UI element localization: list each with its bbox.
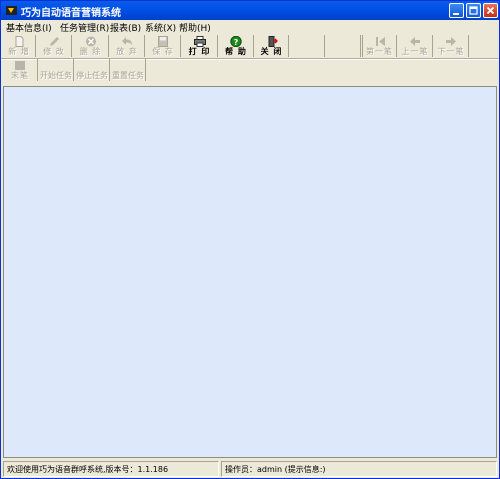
next-record-label: 下一笔 <box>437 47 465 56</box>
edit-button[interactable]: 修 改 <box>37 35 72 57</box>
window-title: 巧为自动语音营销系统 <box>21 8 121 19</box>
save-button[interactable]: 保 存 <box>146 35 181 57</box>
help-button[interactable]: ? 帮 助 <box>219 35 254 57</box>
close-app-label: 关 闭 <box>260 47 283 56</box>
menu-task-management[interactable]: 任务管理(R) <box>60 21 109 34</box>
app-window: 巧为自动语音营销系统 基本信息(I) 任务管理(R) 报表(B) 系统(X) 帮… <box>0 0 500 479</box>
app-icon <box>6 6 17 15</box>
stop-task-label: 停止任务 <box>76 71 108 80</box>
discard-button[interactable]: 放 弃 <box>110 35 145 57</box>
save-label: 保 存 <box>152 47 174 56</box>
discard-label: 放 弃 <box>116 47 138 56</box>
status-bar: 欢迎使用巧为语音群呼系统,版本号：1.1.186 操作员：admin (提示信息… <box>1 460 499 478</box>
edit-label: 修 改 <box>43 47 65 56</box>
help-label: 帮 助 <box>225 47 247 56</box>
menu-help[interactable]: 帮助(H) <box>179 21 211 34</box>
status-operator: 操作员：admin (提示信息:) <box>221 461 497 477</box>
maximize-icon <box>469 6 478 15</box>
prev-record-label: 上一笔 <box>401 47 429 56</box>
new-button[interactable]: 新 增 <box>3 35 36 57</box>
close-app-button[interactable]: 关 闭 <box>255 35 289 57</box>
menu-basic-info[interactable]: 基本信息(I) <box>6 21 52 34</box>
status-welcome: 欢迎使用巧为语音群呼系统,版本号：1.1.186 <box>3 461 219 477</box>
delete-button[interactable]: 删 除 <box>73 35 109 57</box>
toolbar-main: 新 增 修 改 删 除 放 弃 保 存 打 印 ? 帮 助 关 闭 第一笔 上一… <box>1 35 499 58</box>
print-button[interactable]: 打 印 <box>182 35 218 57</box>
new-label: 新 增 <box>8 47 30 56</box>
minimize-button[interactable] <box>449 3 464 18</box>
close-icon <box>486 6 495 15</box>
minimize-icon <box>453 13 459 15</box>
next-record-button[interactable]: 下一笔 <box>434 35 469 57</box>
first-record-label: 第一笔 <box>366 47 393 56</box>
reset-task-button[interactable]: 重置任务 <box>111 59 146 81</box>
menu-reports[interactable]: 报表(B) <box>110 21 141 34</box>
menu-bar: 基本信息(I) 任务管理(R) 报表(B) 系统(X) 帮助(H) <box>1 20 499 34</box>
delete-label: 删 除 <box>79 47 102 56</box>
menu-system[interactable]: 系统(X) <box>145 21 176 34</box>
close-button[interactable] <box>483 3 498 18</box>
print-label: 打 印 <box>188 47 211 56</box>
start-task-label: 开始任务 <box>40 71 72 80</box>
last-record-label: 末笔 <box>11 71 29 80</box>
last-record-button[interactable]: 末笔 <box>3 59 38 81</box>
start-task-button[interactable]: 开始任务 <box>39 59 74 81</box>
toolbar-tasks: 末笔 开始任务 停止任务 重置任务 <box>1 59 499 82</box>
mdi-client-area[interactable] <box>3 86 497 458</box>
toolbar-blank-1 <box>290 35 325 57</box>
title-bar[interactable]: 巧为自动语音营销系统 <box>1 1 499 20</box>
stop-task-button[interactable]: 停止任务 <box>75 59 110 81</box>
first-record-button[interactable]: 第一笔 <box>362 35 397 57</box>
maximize-button[interactable] <box>466 3 481 18</box>
toolbar-blank-2 <box>326 35 361 57</box>
reset-task-label: 重置任务 <box>112 71 144 80</box>
prev-record-button[interactable]: 上一笔 <box>398 35 433 57</box>
